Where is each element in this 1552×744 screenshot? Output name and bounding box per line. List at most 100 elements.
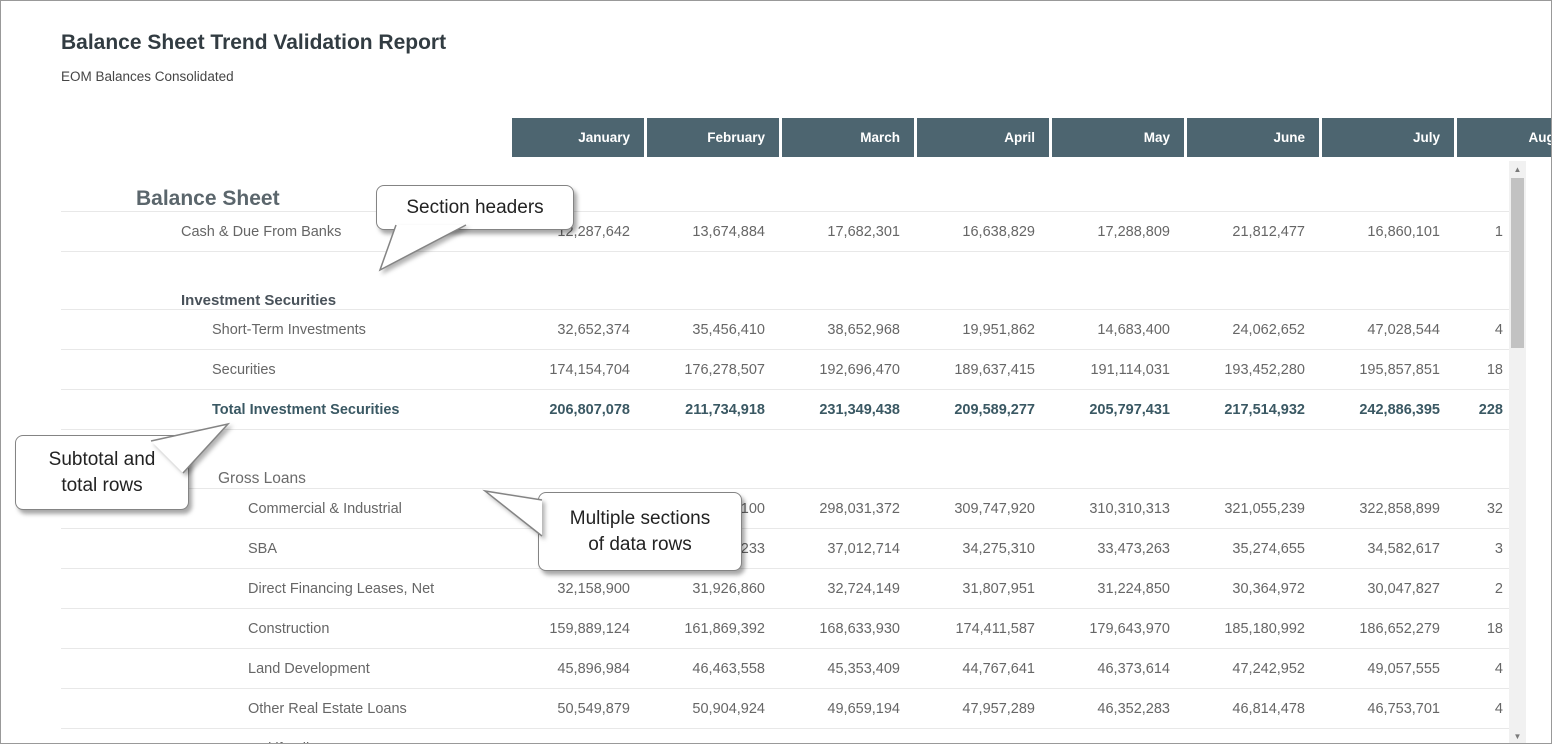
table-row: Short-Term Investments 32,652,37435,456,4… [61, 310, 1509, 350]
cell-value: 192,696,470 [782, 350, 914, 389]
row-label: Investment Securities [181, 252, 336, 318]
cell-value: 217,514,932 [1187, 390, 1319, 429]
cell-value: 205,797,431 [1052, 390, 1184, 429]
cell-value: 13,674,884 [647, 212, 779, 251]
cell-value: 30,047,827 [1322, 569, 1454, 608]
month-header-april: April [917, 118, 1049, 157]
table-body: Balance SheetCash & Due From Banks12,287… [61, 157, 1509, 744]
cell-value: 176,278,507 [647, 350, 779, 389]
cell-value: 189,637,415 [917, 350, 1049, 389]
cell-value: 184,489,660 [782, 729, 914, 744]
cell-value: 231,349,438 [782, 390, 914, 429]
cell-value: 309,747,920 [917, 489, 1049, 528]
page-title: Balance Sheet Trend Validation Report [61, 31, 446, 55]
cell-value: 32,724,149 [782, 569, 914, 608]
row-label: Direct Financing Leases, Net [248, 569, 434, 608]
cell-value: 186,652,279 [1322, 609, 1454, 648]
cell-value: 4 [1457, 649, 1503, 688]
cell-value: 193,902,221 [1322, 729, 1454, 744]
cell-value: 34,582,617 [1322, 529, 1454, 568]
section-header-row: Investment Securities [61, 252, 1509, 310]
cell-value: 195,362,715 [1187, 729, 1319, 744]
table-row: Cash & Due From Banks12,287,64213,674,88… [61, 212, 1509, 252]
cell-value: 19,951,862 [917, 310, 1049, 349]
cell-value: 19 [1457, 729, 1503, 744]
cell-value: 321,055,239 [1187, 489, 1319, 528]
cell-value: 168,633,930 [782, 609, 914, 648]
cell-value: 206,807,078 [512, 390, 644, 429]
row-label: Construction [248, 609, 329, 648]
cell-value: 199,277,875 [917, 729, 1049, 744]
cell-value: 37,012,714 [782, 529, 914, 568]
cell-value: 4 [1457, 310, 1503, 349]
cell-value: 44,767,641 [917, 649, 1049, 688]
cell-value: 18 [1457, 609, 1503, 648]
month-header-january: January [512, 118, 644, 157]
cell-value: 35,456,410 [647, 310, 779, 349]
table-row: SBA23337,012,71434,275,31033,473,26335,2… [61, 529, 1509, 569]
cell-value: 159,889,124 [512, 609, 644, 648]
cell-value: 49,659,194 [782, 689, 914, 728]
cell-value: 179,643,970 [1052, 609, 1184, 648]
cell-value: 24,062,652 [1187, 310, 1319, 349]
cell-value: 46,753,701 [1322, 689, 1454, 728]
cell-value: 47,028,544 [1322, 310, 1454, 349]
cell-value: 2 [1457, 569, 1503, 608]
cell-value: 3 [1457, 529, 1503, 568]
callout-tail [143, 417, 235, 475]
callout-multiple-sections: Multiple sections of data rows [538, 492, 742, 571]
scroll-down-icon[interactable]: ▼ [1509, 729, 1526, 744]
scrollbar-thumb[interactable] [1511, 178, 1524, 348]
cell-value: 17,682,301 [782, 212, 914, 251]
cell-value: 31,926,860 [647, 569, 779, 608]
scroll-up-icon[interactable]: ▲ [1509, 162, 1526, 177]
cell-value: 174,154,704 [512, 350, 644, 389]
cell-value: 34,275,310 [917, 529, 1049, 568]
row-label: Short-Term Investments [212, 310, 366, 349]
cell-value: 322,858,899 [1322, 489, 1454, 528]
row-label: Securities [212, 350, 276, 389]
cell-value: 161,869,392 [647, 609, 779, 648]
cell-value: 45,353,409 [782, 649, 914, 688]
cell-value: 16,638,829 [917, 212, 1049, 251]
cell-value: 46,814,478 [1187, 689, 1319, 728]
table-row: Other Real Estate Loans50,549,87950,904,… [61, 689, 1509, 729]
cell-value: 18 [1457, 350, 1503, 389]
cell-value: 14,683,400 [1052, 310, 1184, 349]
table-row: Securities 174,154,704176,278,507192,696,… [61, 350, 1509, 390]
row-label: Commercial & Industrial [248, 489, 402, 528]
cell-value: 171,648,223 [512, 729, 644, 744]
cell-value: 38,652,968 [782, 310, 914, 349]
cell-value: 47,242,952 [1187, 649, 1319, 688]
cell-value: 32 [1457, 489, 1503, 528]
row-label: SBA [248, 529, 277, 568]
cell-value: 4 [1457, 689, 1503, 728]
month-header-march: March [782, 118, 914, 157]
cell-value: 1 [1457, 212, 1503, 251]
vertical-scrollbar[interactable]: ▲ ▼ [1509, 161, 1526, 744]
cell-value: 17,288,809 [1052, 212, 1184, 251]
cell-value: 50,549,879 [512, 689, 644, 728]
cell-value: 195,857,851 [1322, 350, 1454, 389]
cell-value: 32,652,374 [512, 310, 644, 349]
callout-tail [478, 484, 550, 540]
cell-value: 228 [1457, 390, 1503, 429]
cell-value: 242,886,395 [1322, 390, 1454, 429]
month-header-february: February [647, 118, 779, 157]
cell-value: 310,310,313 [1052, 489, 1184, 528]
cell-value: 50,904,924 [647, 689, 779, 728]
cell-value: 35,274,655 [1187, 529, 1319, 568]
cell-value: 32,158,900 [512, 569, 644, 608]
month-header-august: August [1457, 118, 1552, 157]
cell-value: 46,463,558 [647, 649, 779, 688]
cell-value: 33,473,263 [1052, 529, 1184, 568]
table-row: Multifamily171,648,223184,298,060184,489… [61, 729, 1509, 744]
cell-value: 46,352,283 [1052, 689, 1184, 728]
month-header-may: May [1052, 118, 1184, 157]
row-label: Cash & Due From Banks [181, 212, 341, 251]
cell-value: 185,180,992 [1187, 609, 1319, 648]
callout-tail [369, 224, 479, 276]
cell-value: 45,896,984 [512, 649, 644, 688]
total-row: Total Investment Securities206,807,07821… [61, 390, 1509, 430]
cell-value: 30,364,972 [1187, 569, 1319, 608]
